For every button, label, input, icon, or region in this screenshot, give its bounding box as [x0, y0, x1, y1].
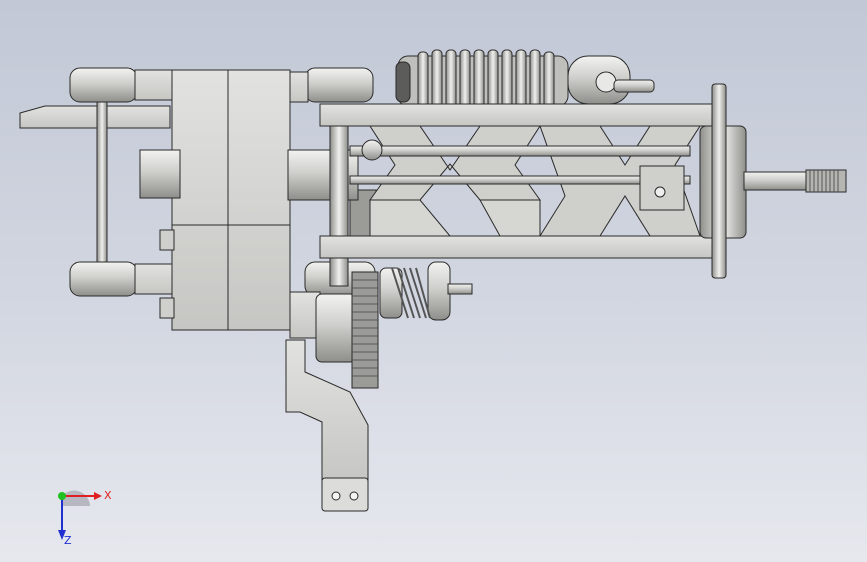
shock-spring: [395, 49, 655, 113]
x-axis-label: X: [104, 489, 112, 502]
z-axis-label: Z: [64, 534, 72, 546]
lower-spring: [379, 261, 473, 321]
graphics-viewport[interactable]: X Z: [0, 0, 867, 562]
cad-assembly-model[interactable]: [0, 0, 867, 562]
triad-plane-icon: [62, 490, 90, 506]
main-shaft: [287, 105, 359, 287]
y-axis-dot-icon: [58, 492, 66, 500]
x-axis-arrowhead-icon: [94, 492, 102, 500]
reference-triad: X Z: [58, 489, 112, 546]
